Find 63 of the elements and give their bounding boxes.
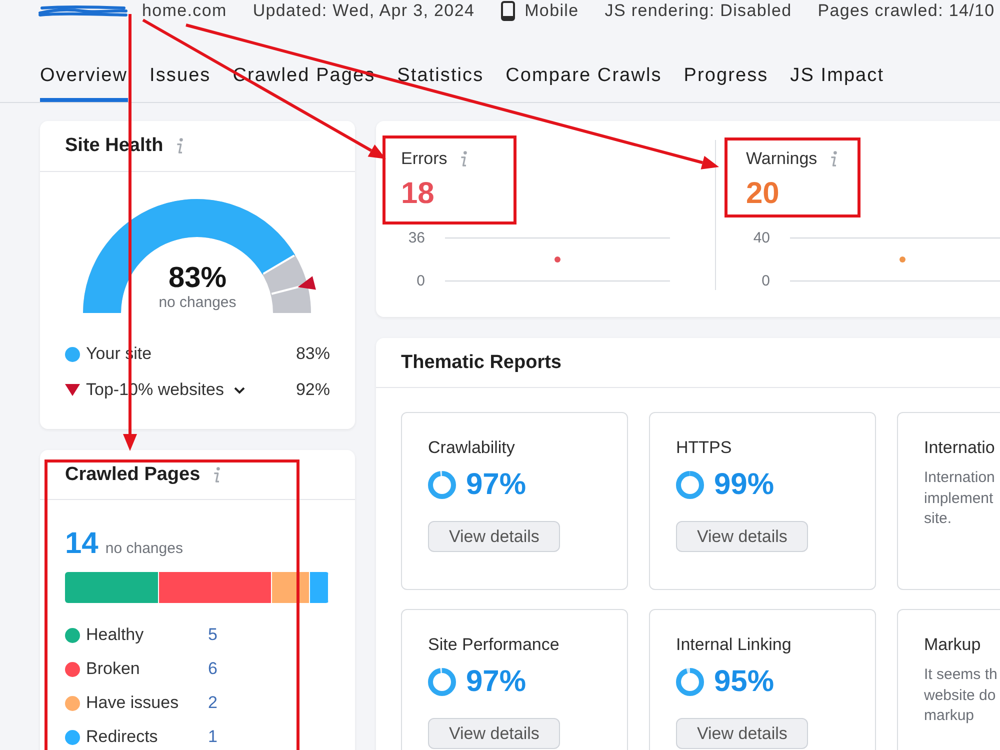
report-title: Site Performance [428, 634, 560, 656]
chevron-down-icon[interactable] [234, 386, 245, 394]
tab[interactable]: Statistics [397, 54, 484, 102]
metric-label[interactable]: Warnings [746, 148, 818, 170]
view-details-button[interactable]: View details [676, 718, 808, 749]
report-title: Internatio [924, 437, 996, 459]
legend-label: Have issues [86, 692, 180, 714]
pages-crawled-count: Pages crawled: 14/10 [818, 1, 995, 21]
progress-ring-icon [428, 471, 456, 499]
view-details-button[interactable]: View details [428, 521, 560, 552]
updated-date: Updated: Wed, Apr 3, 2024 [252, 1, 475, 21]
metric-label[interactable]: Errors [401, 148, 448, 170]
card-title: Thematic Reports [401, 350, 562, 374]
page-count-link[interactable]: 5 [208, 622, 218, 648]
change-note: no changes [105, 539, 183, 559]
axis-tick-label: 40 [753, 230, 770, 246]
view-details-button[interactable]: View details [676, 521, 808, 552]
card-title: Crawled Pages [65, 462, 200, 486]
progress-ring-icon [676, 668, 704, 696]
legend-label: Healthy [86, 624, 145, 646]
tab[interactable]: Overview [40, 54, 128, 102]
legend-label: Broken [86, 658, 141, 680]
page-count-link[interactable]: 2 [208, 690, 218, 716]
report-description: Internation implement site. [924, 468, 996, 529]
change-note: no changes [158, 294, 236, 312]
axis-tick-label: 0 [762, 272, 770, 290]
report-score: 97% [466, 468, 526, 502]
tab[interactable]: Compare Crawls [506, 54, 662, 102]
health-score: 83% [168, 262, 227, 294]
scribble-icon [38, 4, 128, 18]
info-icon[interactable] [175, 138, 184, 154]
tab[interactable]: Issues [150, 54, 211, 102]
page-count-link[interactable]: 1 [208, 724, 218, 750]
axis-tick-label: 36 [408, 230, 425, 246]
view-details-button[interactable]: View details [428, 718, 560, 749]
report-title: Markup [924, 634, 982, 656]
report-title: Crawlability [428, 437, 516, 459]
axis-tick-label: 0 [416, 272, 425, 290]
progress-ring-icon [676, 471, 704, 499]
data-point [900, 256, 906, 262]
tab[interactable]: Progress [684, 54, 768, 102]
report-score: 95% [714, 665, 774, 699]
report-score: 99% [714, 468, 774, 502]
legend-value: 83% [296, 343, 330, 366]
info-icon[interactable] [459, 151, 468, 167]
info-icon[interactable] [212, 466, 222, 482]
info-icon[interactable] [829, 151, 838, 167]
progress-ring-icon [428, 668, 456, 696]
metric-value[interactable]: 18 [401, 177, 715, 211]
page-count-link[interactable]: 6 [208, 656, 218, 682]
report-title: HTTPS [676, 437, 733, 459]
report-description: It seems th website do markup [924, 665, 998, 726]
data-point [554, 256, 560, 262]
js-rendering-status: JS rendering: Disabled [604, 1, 792, 21]
legend-label: Redirects [86, 726, 159, 748]
report-score: 97% [466, 665, 526, 699]
report-title: Internal Linking [676, 634, 792, 656]
pages-total: 14 [65, 527, 98, 561]
domain-text: home.com [142, 1, 227, 21]
phone-icon [500, 1, 515, 21]
device-label: Mobile [524, 1, 579, 21]
tab[interactable]: JS Impact [790, 54, 884, 102]
legend-value: 92% [296, 379, 330, 402]
